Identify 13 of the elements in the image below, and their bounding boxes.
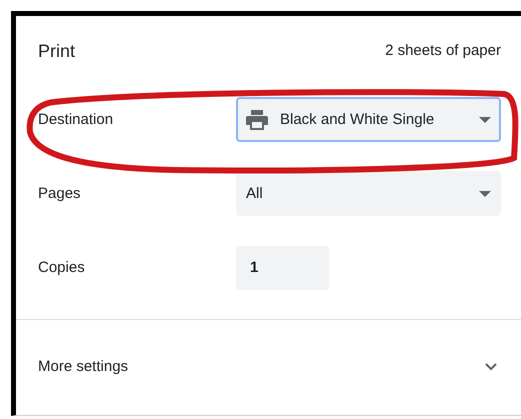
dialog-title: Print: [38, 40, 76, 63]
dropdown-select[interactable]: All: [236, 171, 501, 216]
dropdown-caret-icon: [479, 190, 491, 197]
copies-input-field[interactable]: 1: [236, 246, 329, 290]
more-settings-toggle[interactable]: More settings: [16, 320, 521, 415]
chevron-icon: [485, 363, 497, 372]
setting-label: Copies: [38, 258, 86, 278]
printer-icon: [246, 110, 268, 130]
dropdown-select[interactable]: Black and White Single: [236, 97, 501, 142]
sheet-count: 2 sheets of paper: [385, 41, 501, 62]
setting-label: Destination: [38, 110, 114, 130]
dropdown-caret-icon: [479, 116, 491, 123]
setting-label: Pages: [38, 184, 82, 204]
